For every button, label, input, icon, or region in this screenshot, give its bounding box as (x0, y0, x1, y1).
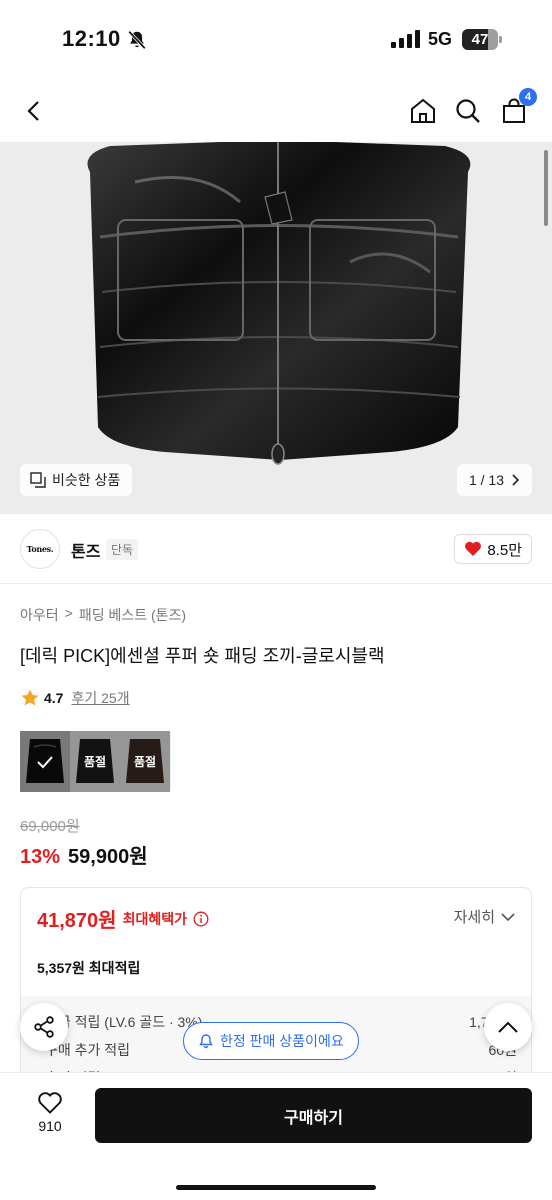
color-swatches: 품절 품절 (20, 731, 171, 792)
buy-button[interactable]: 구매하기 (95, 1088, 532, 1143)
brand-exclusive-tag: 단독 (106, 539, 139, 560)
similar-products-button[interactable]: 비슷한 상품 (20, 464, 133, 496)
chevron-up-icon (498, 1021, 518, 1033)
max-points-total: 5,357원 최대적립 (37, 960, 141, 976)
share-icon (34, 1016, 54, 1038)
color-swatch-glossy-black[interactable] (20, 731, 70, 792)
page-scrollbar[interactable] (544, 150, 548, 226)
battery-icon: 47 (462, 29, 502, 50)
chevron-right-icon (512, 474, 520, 486)
color-swatch-brown[interactable]: 품절 (120, 731, 170, 792)
discount-rate: 13% (20, 846, 61, 868)
chevron-right-icon: > (64, 605, 73, 621)
app-header: 4 (0, 80, 552, 142)
network-type: 5G (428, 29, 453, 49)
breadcrumb-item[interactable]: 아우터 (20, 605, 59, 625)
cart-button[interactable]: 4 (497, 88, 537, 128)
review-count-link[interactable]: 후기 25개 (71, 688, 129, 708)
bottom-action-bar: 910 구매하기 (0, 1072, 552, 1200)
sale-price: 59,900원 (68, 846, 148, 868)
product-image-gallery[interactable]: 비슷한 상품 1 / 13 (0, 142, 552, 514)
status-bar: 12:10 5G 47 (0, 0, 552, 80)
home-icon (411, 98, 435, 123)
bell-icon (199, 1034, 213, 1049)
rating-row: 4.7 후기 25개 (20, 688, 130, 708)
breadcrumb: 아우터 > 패딩 베스트 (톤즈) (20, 605, 186, 625)
brand-like-button[interactable]: 8.5만 (454, 534, 532, 564)
limited-sale-notice[interactable]: 한정 판매 상품이에요 (183, 1022, 359, 1060)
details-label: 자세히 (453, 909, 495, 926)
search-button[interactable] (451, 94, 485, 128)
sold-out-label: 품절 (133, 755, 157, 769)
cart-count-badge: 4 (519, 88, 537, 106)
benefit-details-toggle[interactable]: 자세히 (454, 906, 515, 927)
image-page-indicator[interactable]: 1 / 13 (456, 464, 532, 496)
brand-like-count: 8.5만 (487, 541, 522, 559)
bell-off-icon (128, 30, 146, 50)
heart-outline-icon (38, 1092, 62, 1114)
battery-level: 47 (471, 31, 489, 48)
home-indicator (176, 1185, 376, 1190)
similar-products-icon (30, 472, 46, 488)
chevron-down-icon (501, 912, 515, 921)
max-benefit-label: 최대혜택가 (122, 910, 187, 927)
brand-row: Tones. 톤즈 단독 8.5만 (0, 514, 552, 584)
product-title: [데릭 PICK]에센셜 푸퍼 숏 패딩 조끼-글로시블랙 (20, 646, 385, 666)
chevron-left-icon (27, 101, 39, 121)
limited-sale-label: 한정 판매 상품이에요 (220, 1033, 344, 1049)
product-like-button[interactable]: 910 (28, 1091, 72, 1134)
brand-name[interactable]: 톤즈 (71, 538, 100, 562)
heart-icon (465, 541, 482, 556)
home-button[interactable] (406, 94, 440, 128)
product-image (87, 142, 471, 465)
share-button[interactable] (20, 1003, 68, 1051)
star-icon (21, 689, 39, 706)
sold-out-label: 품절 (83, 755, 107, 769)
max-benefit-price-row: 41,870원 최대혜택가 (37, 904, 209, 933)
info-icon[interactable] (193, 911, 209, 927)
status-time: 12:10 (62, 26, 121, 51)
color-swatch-black[interactable]: 품절 (70, 731, 120, 792)
breadcrumb-item[interactable]: 패딩 베스트 (톤즈) (79, 605, 186, 625)
max-benefit-price: 41,870원 (37, 910, 117, 932)
brand-logo-text: Tones. (26, 544, 54, 554)
brand-logo[interactable]: Tones. (20, 529, 60, 569)
original-price: 69,000원 (20, 818, 80, 835)
scroll-to-top-button[interactable] (484, 1003, 532, 1051)
signal-icon (391, 30, 420, 48)
image-page-text: 1 / 13 (468, 472, 504, 488)
product-like-count: 910 (38, 1118, 62, 1134)
check-icon (37, 755, 53, 768)
back-button[interactable] (18, 94, 52, 128)
rating-score: 4.7 (44, 690, 64, 706)
search-icon (456, 99, 480, 123)
points-item-label: 등급 적립 (LV.6 골드 · 3%) (45, 1014, 203, 1030)
similar-products-label: 비슷한 상품 (52, 472, 121, 488)
price-row: 13% 59,900원 (20, 840, 148, 869)
